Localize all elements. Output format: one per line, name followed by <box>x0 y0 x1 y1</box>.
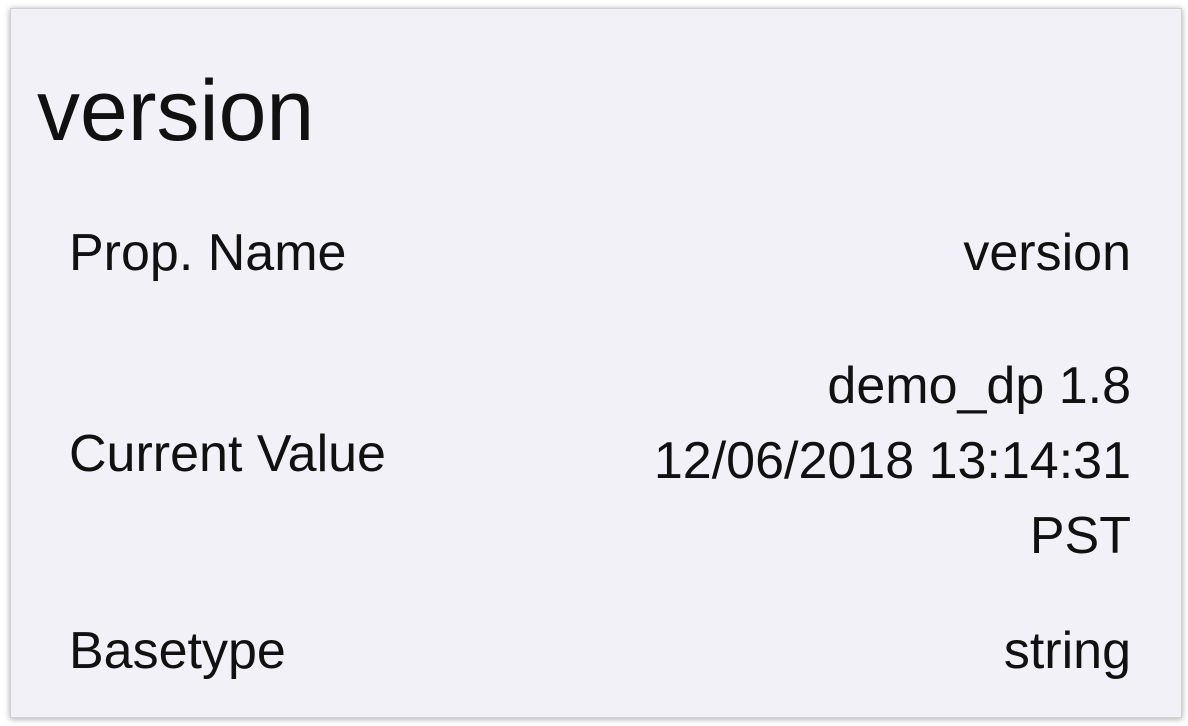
current-value-value: demo_dp 1.8 12/06/2018 13:14:31 PST <box>654 349 1131 574</box>
row-prop-name: Prop. Name version <box>69 223 1131 283</box>
current-value-line-1: demo_dp 1.8 <box>827 357 1131 415</box>
row-current-value: Current Value demo_dp 1.8 12/06/2018 13:… <box>69 349 1131 569</box>
property-detail-card: version Prop. Name version Current Value… <box>10 8 1182 718</box>
current-value-line-3: PST <box>1029 507 1131 565</box>
page-title: version <box>37 63 315 159</box>
prop-name-label: Prop. Name <box>69 224 347 282</box>
current-value-line-2: 12/06/2018 13:14:31 <box>653 432 1131 490</box>
basetype-label: Basetype <box>69 622 286 680</box>
row-basetype: Basetype string <box>69 621 1131 681</box>
prop-name-value: version <box>963 224 1131 282</box>
basetype-value: string <box>1003 622 1131 680</box>
current-value-label: Current Value <box>69 425 386 483</box>
